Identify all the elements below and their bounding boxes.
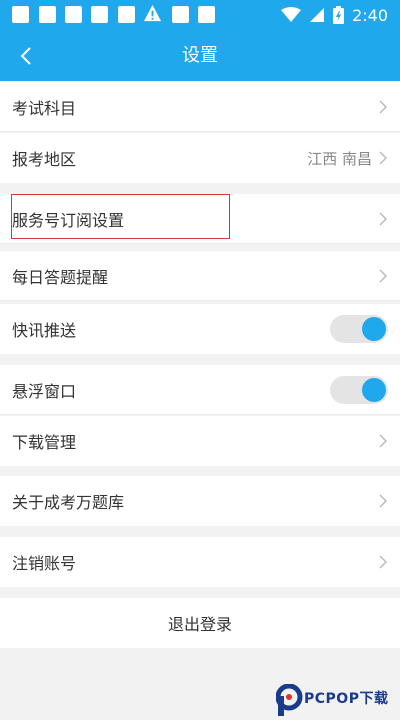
- settings-item-download-manage[interactable]: 下载管理: [0, 416, 400, 466]
- news-push-toggle[interactable]: [330, 315, 388, 343]
- notification-icon: [39, 6, 56, 23]
- notification-icon: [12, 6, 29, 23]
- logout-button[interactable]: 退出登录: [0, 598, 400, 648]
- battery-icon: [333, 6, 345, 24]
- settings-item-news-push: 快讯推送: [0, 304, 400, 354]
- settings-item-label: 关于成考万题库: [12, 493, 125, 512]
- chevron-right-icon: [379, 211, 388, 226]
- chevron-right-icon: [379, 151, 388, 165]
- settings-item-label: 每日答题提醒: [12, 267, 109, 287]
- warning-icon: [143, 4, 162, 22]
- toggle-knob: [362, 377, 386, 402]
- settings-item-floating-window: 悬浮窗口: [0, 365, 400, 415]
- chevron-right-icon: [379, 268, 388, 283]
- chevron-right-icon: [379, 494, 388, 508]
- pcpop-logo-icon: [276, 684, 303, 716]
- signal-icon: [310, 8, 325, 22]
- status-right: 2:40: [281, 0, 388, 30]
- floating-window-toggle[interactable]: [330, 375, 388, 404]
- settings-item-label: 悬浮窗口: [12, 381, 77, 401]
- settings-item-about[interactable]: 关于成考万题库: [0, 476, 400, 526]
- page-title: 设置: [182, 45, 218, 66]
- settings-item-label: 快讯推送: [12, 321, 77, 340]
- wifi-icon: [281, 7, 302, 22]
- settings-item-cancel-account[interactable]: 注销账号: [0, 537, 400, 587]
- settings-item-label: 报考地区: [12, 150, 77, 169]
- toggle-knob: [362, 317, 386, 341]
- notification-icon: [172, 6, 189, 23]
- watermark-text: PCPOP下载: [304, 691, 389, 707]
- settings-item-exam-region[interactable]: 报考地区 江西 南昌: [0, 133, 400, 183]
- settings-item-label: 服务号订阅设置: [12, 210, 125, 230]
- settings-item-service-subscription[interactable]: 服务号订阅设置: [0, 194, 400, 244]
- notification-icon: [65, 6, 82, 23]
- settings-item-label: 下载管理: [12, 433, 77, 452]
- chevron-right-icon: [379, 555, 388, 569]
- watermark: PCPOP下载: [276, 682, 400, 720]
- settings-item-value: 江西 南昌: [307, 149, 372, 168]
- notification-icon: [198, 6, 215, 23]
- settings-item-exam-subject[interactable]: 考试科目: [0, 82, 400, 132]
- logout-label: 退出登录: [167, 615, 232, 634]
- settings-item-daily-reminder[interactable]: 每日答题提醒: [0, 251, 400, 301]
- status-bar: 2:40: [0, 0, 400, 30]
- chevron-right-icon: [379, 434, 388, 448]
- notification-icon: [118, 6, 135, 23]
- settings-item-label: 考试科目: [12, 98, 77, 118]
- notification-icon: [91, 6, 108, 23]
- status-time: 2:40: [352, 5, 388, 25]
- app-header: 设置: [0, 30, 400, 81]
- chevron-right-icon: [379, 99, 388, 114]
- settings-item-label: 注销账号: [12, 554, 77, 573]
